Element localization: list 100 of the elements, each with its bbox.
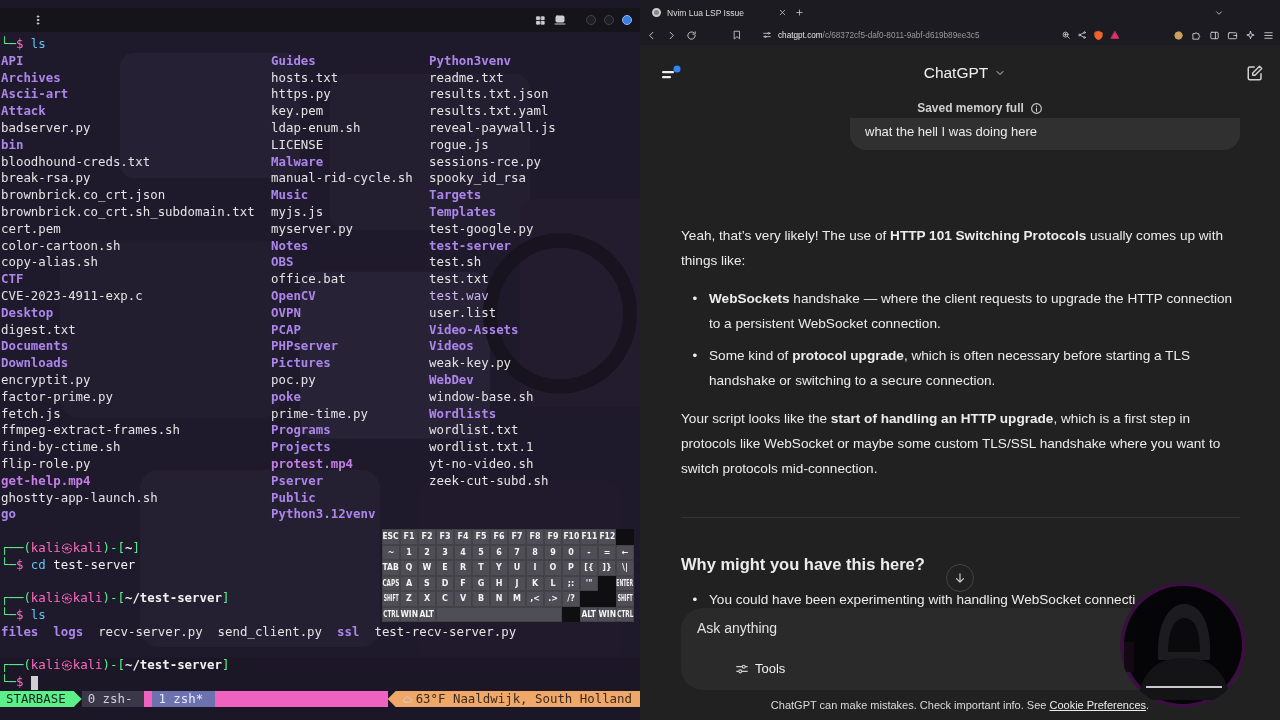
new-chat-icon[interactable] (1246, 63, 1264, 82)
keyboard-key[interactable]: F8 (526, 529, 544, 545)
keyboard-key[interactable]: H (490, 575, 508, 591)
keyboard-key[interactable]: ALT (580, 606, 598, 622)
keyboard-key[interactable]: F10 (562, 529, 580, 545)
reload-icon[interactable] (686, 29, 697, 41)
keyboard-key[interactable]: WIN (400, 606, 418, 622)
close-icon[interactable] (778, 8, 787, 17)
menu-icon[interactable] (1263, 29, 1274, 41)
keyboard-key[interactable]: F4 (454, 529, 472, 545)
keyboard-key[interactable]: 3 (436, 544, 454, 560)
keyboard-key[interactable]: /? (562, 591, 580, 607)
monitor-icon[interactable] (554, 14, 566, 26)
keyboard-key[interactable]: C (436, 591, 454, 607)
keyboard-key[interactable]: N (490, 591, 508, 607)
keyboard-key[interactable]: ,< (526, 591, 544, 607)
plus-icon[interactable] (795, 8, 804, 17)
sidebar-icon[interactable] (1209, 29, 1220, 41)
keyboard-key[interactable]: 8 (526, 544, 544, 560)
keyboard-key[interactable]: E (436, 560, 454, 576)
keyboard-key[interactable]: SHIFT (382, 591, 400, 607)
keyboard-key[interactable]: D (436, 575, 454, 591)
command-line: └─$ ls (1, 36, 46, 51)
keyboard-key[interactable]: Q (400, 560, 418, 576)
keyboard-key[interactable]: P (562, 560, 580, 576)
keyboard-key[interactable]: S (418, 575, 436, 591)
keyboard-key[interactable]: WIN (598, 606, 616, 622)
keyboard-key[interactable]: 5 (472, 544, 490, 560)
keyboard-key[interactable]: ← (616, 544, 634, 560)
keyboard-key[interactable]: CAPS (382, 575, 400, 591)
keyboard-key[interactable]: F2 (418, 529, 436, 545)
model-selector[interactable]: ChatGPT (923, 63, 1007, 82)
keyboard-key[interactable]: W (418, 560, 436, 576)
keyboard-key[interactable]: F11 (580, 529, 598, 545)
keyboard-key[interactable]: G (472, 575, 490, 591)
keyboard-key[interactable]: M (508, 591, 526, 607)
directory-name: Python3.12venv (271, 506, 376, 522)
keyboard-key[interactable]: F (454, 575, 472, 591)
tools-button[interactable]: Tools (735, 661, 786, 676)
window-tab[interactable]: 1 zsh* (152, 691, 216, 708)
directory-name: test-server (429, 237, 512, 253)
keyboard-key[interactable]: 0 (562, 544, 580, 560)
keyboard-key[interactable]: U (508, 560, 526, 576)
keyboard-key[interactable]: L (544, 575, 562, 591)
keyboard-key[interactable]: F3 (436, 529, 454, 545)
keyboard-key[interactable]: 9 (544, 544, 562, 560)
keyboard-key[interactable]: TAB (382, 560, 400, 576)
keyboard-key[interactable]: F7 (508, 529, 526, 545)
browser-tab[interactable]: Nvim Lua LSP Issue (646, 2, 770, 23)
keyboard-key[interactable]: A (400, 575, 418, 591)
share-icon[interactable] (1077, 30, 1087, 40)
file-name: test.sh (429, 254, 482, 270)
keyboard-key[interactable]: [{ (580, 560, 598, 576)
keyboard-key[interactable]: F1 (400, 529, 418, 545)
keyboard-key[interactable]: = (598, 544, 616, 560)
keyboard-key[interactable]: 1 (400, 544, 418, 560)
keyboard-key[interactable]: F12 (598, 529, 616, 545)
file-name: factor-prime.py (1, 388, 113, 404)
keyboard-key[interactable]: SHIFT (616, 591, 634, 607)
keyboard-key[interactable]: CTRL (382, 606, 400, 622)
keyboard-key[interactable]: 4 (454, 544, 472, 560)
keyboard-key[interactable]: I (526, 560, 544, 576)
keyboard-key[interactable]: R (454, 560, 472, 576)
keyboard-key[interactable]: ;: (562, 575, 580, 591)
sparkle-icon[interactable] (1245, 29, 1256, 41)
keyboard-key[interactable]: O (544, 560, 562, 576)
keyboard-key[interactable]: X (418, 591, 436, 607)
keyboard-key[interactable]: 7 (508, 544, 526, 560)
window-tab[interactable]: 0 zsh- (81, 691, 145, 708)
keyboard-key[interactable]: 2 (418, 544, 436, 560)
keyboard-key[interactable]: ENTER (616, 575, 634, 591)
keyboard-key[interactable]: \| (616, 560, 634, 576)
wallet-icon[interactable] (1227, 29, 1238, 41)
keyboard-key[interactable]: F5 (472, 529, 490, 545)
grid-icon[interactable] (535, 14, 546, 26)
keyboard-key[interactable]: CTRL (616, 606, 634, 622)
keyboard-key[interactable]: J (508, 575, 526, 591)
bookmark-icon[interactable] (732, 30, 742, 40)
keyboard-key[interactable]: - (580, 544, 598, 560)
keyboard-key[interactable]: F9 (544, 529, 562, 545)
keyboard-key[interactable]: F6 (490, 529, 508, 545)
keyboard-key[interactable]: .> (544, 591, 562, 607)
zoom-icon[interactable] (1061, 30, 1071, 40)
keyboard-key[interactable]: '" (580, 575, 598, 591)
keyboard-key[interactable]: Y (490, 560, 508, 576)
info-icon[interactable] (1029, 101, 1043, 115)
keyboard-key[interactable]: K (526, 575, 544, 591)
keyboard-key[interactable]: B (472, 591, 490, 607)
keyboard-key[interactable]: Z (400, 591, 418, 607)
keyboard-key[interactable]: ESC (382, 529, 400, 545)
keyboard-key[interactable]: ~ (382, 544, 400, 560)
keyboard-key[interactable]: 6 (490, 544, 508, 560)
shield-icon[interactable] (1093, 29, 1104, 41)
file-name: https.py (271, 86, 331, 102)
keyboard-key[interactable]: ALT (418, 606, 436, 622)
keyboard-key[interactable]: ]} (598, 560, 616, 576)
triangle-icon[interactable] (1110, 30, 1120, 40)
keyboard-key[interactable]: T (472, 560, 490, 576)
message-input[interactable]: Ask anything (697, 620, 781, 636)
keyboard-key[interactable]: V (454, 591, 472, 607)
